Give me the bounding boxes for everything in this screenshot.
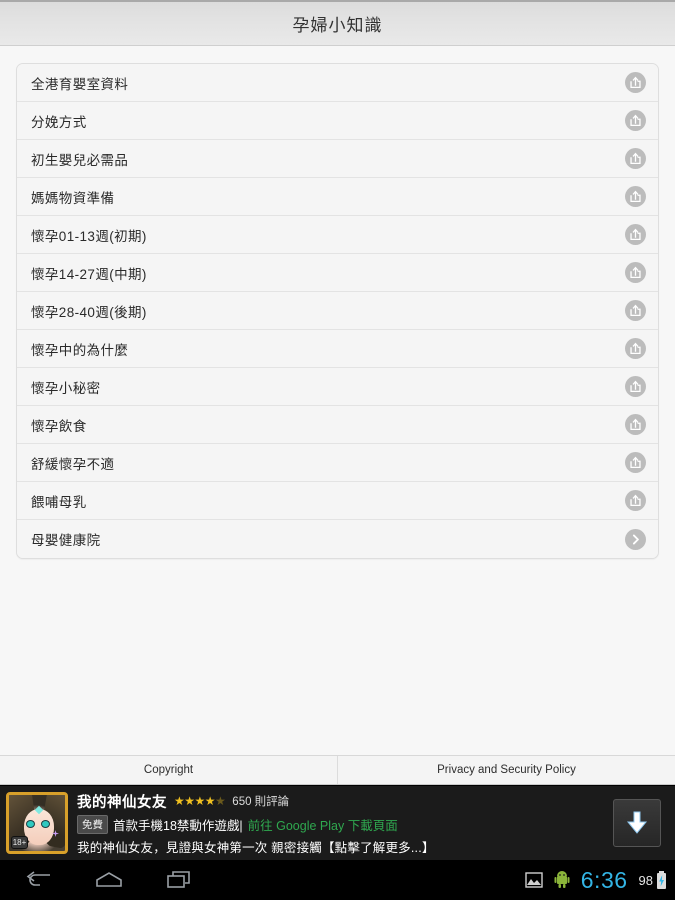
list-item-label: 懷孕飲食 <box>31 418 87 434</box>
ad-download-button[interactable] <box>613 799 661 847</box>
share-icon[interactable] <box>625 490 646 511</box>
ad-rating-half-star: ★ <box>215 794 226 808</box>
back-arrow-icon <box>26 871 50 886</box>
battery-percent: 98 <box>638 872 653 888</box>
list-item[interactable]: 懷孕小秘密 <box>17 368 658 406</box>
list-item-label: 全港育嬰室資料 <box>31 76 129 92</box>
list-item[interactable]: 懷孕中的為什麼 <box>17 330 658 368</box>
screenshot-image-icon <box>525 872 543 888</box>
ad-thumbnail-image: 18+ <box>6 792 68 854</box>
share-icon[interactable] <box>625 414 646 435</box>
footer-copyright-link[interactable]: Copyright <box>0 756 338 784</box>
recent-apps-icon <box>167 871 190 888</box>
share-icon[interactable] <box>625 300 646 321</box>
ad-rating-stars: ★★★★★ <box>174 794 226 808</box>
nav-back-button[interactable] <box>24 868 54 892</box>
list-item[interactable]: 初生嬰兒必需品 <box>17 140 658 178</box>
chevron-right-icon[interactable] <box>625 528 646 550</box>
ad-art-face <box>24 809 54 845</box>
list-item-label: 懷孕小秘密 <box>31 380 101 396</box>
share-icon[interactable] <box>625 110 646 131</box>
list-item[interactable]: 全港育嬰室資料 <box>17 64 658 102</box>
share-icon[interactable] <box>625 262 646 283</box>
share-icon[interactable] <box>625 338 646 359</box>
app-header: 孕婦小知識 <box>0 0 675 46</box>
list-item-label: 媽媽物資準備 <box>31 190 115 206</box>
ad-rating-full-stars: ★★★★ <box>174 794 216 808</box>
nav-key-group <box>24 868 194 892</box>
list-item[interactable]: 懷孕01-13週(初期) <box>17 216 658 254</box>
ad-art-eye-left <box>27 821 34 827</box>
list-item-label: 懷孕28-40週(後期) <box>31 304 147 320</box>
ad-art-eye-right <box>42 821 49 827</box>
share-icon[interactable] <box>625 72 646 93</box>
list-item-label: 懷孕14-27週(中期) <box>31 266 147 282</box>
share-icon[interactable] <box>625 224 646 245</box>
android-robot-icon <box>554 871 570 888</box>
ad-headline-row: 我的神仙女友 ★★★★★ 650 則評論 <box>77 791 613 812</box>
ad-subtitle-row: 免費 首款手機18禁動作遊戲| 前往 Google Play 下載頁面 <box>77 814 613 834</box>
list-item[interactable]: 餵哺母乳 <box>17 482 658 520</box>
ad-text-block: 我的神仙女友 ★★★★★ 650 則評論 免費 首款手機18禁動作遊戲| 前往 … <box>77 791 613 856</box>
share-icon[interactable] <box>625 148 646 169</box>
list-item[interactable]: 母嬰健康院 <box>17 520 658 558</box>
list-item-label: 懷孕中的為什麼 <box>31 342 129 358</box>
ad-subtitle: 首款手機18禁動作遊戲| <box>113 818 243 833</box>
nav-home-button[interactable] <box>94 868 124 892</box>
list-item-label: 母嬰健康院 <box>31 533 101 548</box>
age-rating-badge: 18+ <box>11 836 28 849</box>
topic-list: 全港育嬰室資料 分娩方式初生嬰兒必需品 媽媽物資準備懷孕01-13週(初期) 懷孕14… <box>16 63 659 559</box>
nav-recents-button[interactable] <box>164 868 194 892</box>
list-item-label: 舒緩懷孕不適 <box>31 456 115 472</box>
home-icon <box>96 872 122 887</box>
list-item[interactable]: 懷孕飲食 <box>17 406 658 444</box>
list-item[interactable]: 舒緩懷孕不適 <box>17 444 658 482</box>
share-icon[interactable] <box>625 452 646 473</box>
main-content: 全港育嬰室資料 分娩方式初生嬰兒必需品 媽媽物資準備懷孕01-13週(初期) 懷孕14… <box>0 46 675 755</box>
list-item[interactable]: 懷孕28-40週(後期) <box>17 292 658 330</box>
footer-links: Copyright Privacy and Security Policy <box>0 755 675 785</box>
battery-charging-icon <box>657 870 666 889</box>
android-navigation-bar: 6:36 98 <box>0 860 675 900</box>
battery-status: 98 <box>638 870 667 890</box>
ad-review-count: 650 則評論 <box>232 796 290 808</box>
list-item-label: 初生嬰兒必需品 <box>31 152 129 168</box>
list-item[interactable]: 媽媽物資準備 <box>17 178 658 216</box>
list-item-label: 分娩方式 <box>31 114 87 130</box>
ad-free-badge: 免費 <box>77 814 108 834</box>
download-arrow-icon <box>626 811 648 834</box>
status-clock: 6:36 <box>580 866 628 893</box>
share-icon[interactable] <box>625 376 646 397</box>
footer-privacy-link[interactable]: Privacy and Security Policy <box>338 756 675 784</box>
ad-title: 我的神仙女友 <box>77 794 167 811</box>
ad-store-link[interactable]: 前往 Google Play 下載頁面 <box>248 815 398 834</box>
app-screen: 孕婦小知識 全港育嬰室資料 分娩方式初生嬰兒必需品 媽媽物資準備懷孕01-13週(初… <box>0 0 675 900</box>
list-item-label: 餵哺母乳 <box>31 494 87 510</box>
page-title: 孕婦小知識 <box>292 16 383 35</box>
list-item-label: 懷孕01-13週(初期) <box>31 228 147 244</box>
ad-description: 我的神仙女友，見證與女神第一次 親密接觸【點擊了解更多...】 <box>77 840 435 855</box>
list-item[interactable]: 懷孕14-27週(中期) <box>17 254 658 292</box>
share-icon[interactable] <box>625 186 646 207</box>
system-status-tray[interactable]: 6:36 98 <box>525 860 667 900</box>
list-item[interactable]: 分娩方式 <box>17 102 658 140</box>
ad-banner[interactable]: 18+ 我的神仙女友 ★★★★★ 650 則評論 免費 首款手機18禁動作遊戲|… <box>0 785 675 860</box>
